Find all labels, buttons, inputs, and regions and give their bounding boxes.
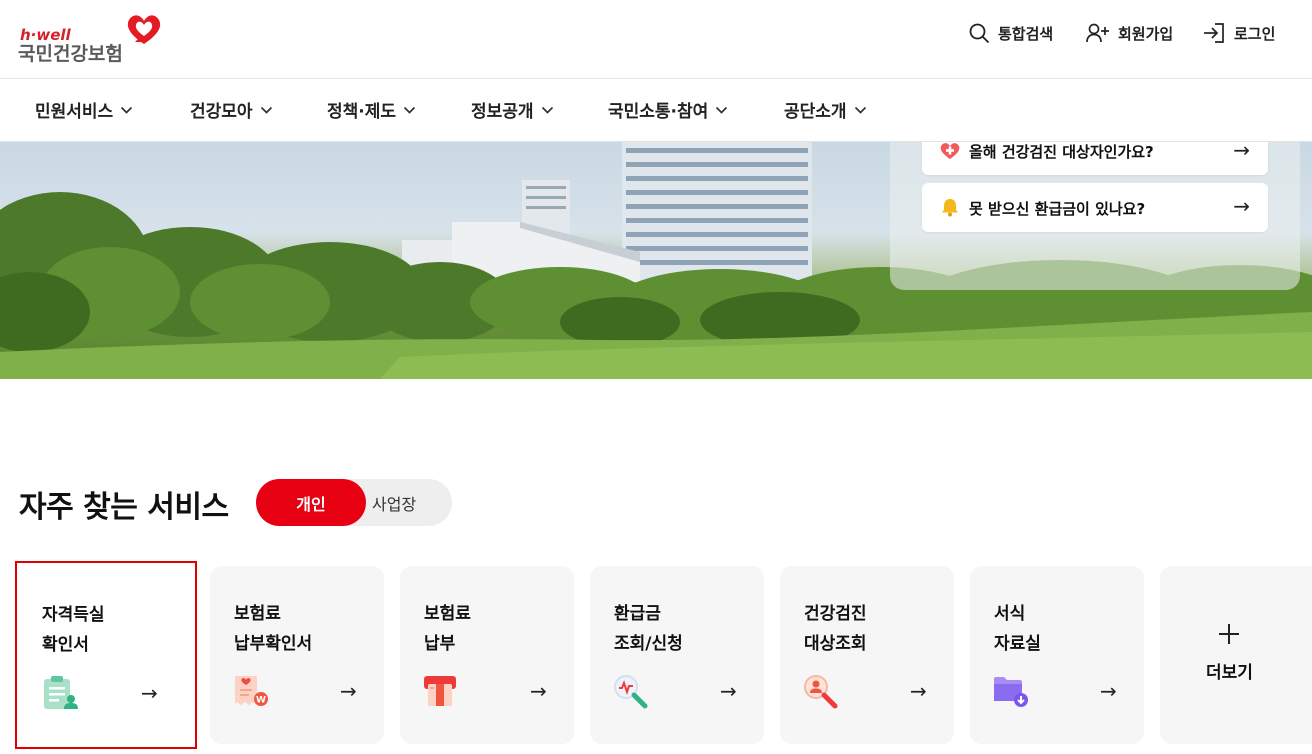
search-person-icon: [802, 673, 840, 713]
util-search-label: 통합검색: [998, 24, 1054, 43]
gnb-label: 정보공개: [471, 102, 534, 122]
user-plus-icon: [1086, 22, 1110, 44]
site-logo[interactable]: h·well 국민건강보험: [18, 10, 168, 70]
toggle-business-tab[interactable]: 사업장: [372, 479, 416, 526]
service-card-title: 환급금 조회/신청: [614, 604, 683, 654]
util-login-label: 로그인: [1234, 24, 1276, 43]
gnb-item-disclosure[interactable]: 정보공개: [471, 97, 554, 122]
logo-org-name: 국민건강보험: [18, 43, 123, 65]
arrow-right-icon: →: [720, 679, 737, 703]
quick-link-label: 못 받으신 환급금이 있나요?: [969, 200, 1146, 218]
gnb-item-policy[interactable]: 정책·제도: [327, 97, 416, 122]
service-card-title: 보험료 납부확인서: [234, 604, 313, 654]
service-card-premium-payment[interactable]: 보험료 납부 →: [400, 566, 574, 744]
service-card-eligibility-certificate[interactable]: 자격득실 확인서 →: [15, 561, 197, 749]
gnb-label: 건강모아: [190, 102, 253, 122]
gnb-item-about[interactable]: 공단소개: [784, 97, 867, 122]
chevron-down-icon: [120, 100, 133, 120]
quick-link-label: 올해 건강검진 대상자인가요?: [969, 143, 1154, 161]
gnb-label: 정책·제도: [327, 102, 397, 122]
heart-cross-icon: [940, 142, 960, 164]
chevron-down-icon: [403, 100, 416, 120]
toggle-personal-tab[interactable]: 개인: [256, 479, 366, 526]
service-card-title: 자격득실 확인서: [42, 605, 105, 655]
arrow-right-icon: →: [1100, 679, 1117, 703]
more-label: 더보기: [1206, 663, 1253, 683]
gnb-label: 공단소개: [784, 102, 847, 122]
service-more-button[interactable]: 더보기: [1160, 566, 1312, 744]
service-card-forms-library[interactable]: 서식 자료실 →: [970, 566, 1144, 744]
arrow-right-icon: →: [530, 679, 547, 703]
arrow-right-icon: →: [1233, 194, 1250, 218]
heart-logo-icon: [126, 12, 162, 52]
folder-download-icon: [992, 673, 1030, 713]
quick-link-health-checkup[interactable]: 올해 건강검진 대상자인가요? →: [922, 138, 1268, 175]
chevron-down-icon: [715, 100, 728, 120]
service-card-premium-receipt[interactable]: 보험료 납부확인서 W →: [210, 566, 384, 744]
login-icon: [1202, 22, 1226, 44]
chevron-down-icon: [541, 100, 554, 120]
top-header: h·well 국민건강보험 통합검색 회원가입 로그인: [0, 0, 1312, 79]
service-type-toggle: 개인 사업장: [256, 479, 452, 526]
certificate-icon: [42, 675, 80, 715]
util-signup-button[interactable]: 회원가입: [1086, 22, 1173, 44]
gnb-item-health[interactable]: 건강모아: [190, 97, 273, 122]
chevron-down-icon: [854, 100, 867, 120]
service-card-title: 건강검진 대상조회: [804, 604, 867, 654]
arrow-right-icon: →: [910, 679, 927, 703]
service-card-checkup-target[interactable]: 건강검진 대상조회 →: [780, 566, 954, 744]
gnb-label: 민원서비스: [35, 102, 114, 122]
frequent-services-title: 자주 찾는 서비스: [19, 490, 229, 525]
gnb-item-civil-service[interactable]: 민원서비스: [35, 97, 133, 122]
bell-icon: [940, 197, 960, 221]
search-icon: [968, 22, 990, 44]
service-card-title: 보험료 납부: [424, 604, 471, 654]
search-refund-icon: [612, 673, 650, 713]
util-signup-label: 회원가입: [1118, 24, 1174, 43]
card-payment-icon: [422, 673, 460, 713]
gnb-item-communication[interactable]: 국민소통·참여: [608, 97, 728, 122]
receipt-icon: W: [232, 673, 270, 713]
svg-text:W: W: [256, 696, 266, 706]
util-login-button[interactable]: 로그인: [1202, 22, 1275, 44]
arrow-right-icon: →: [141, 681, 158, 705]
chevron-down-icon: [260, 100, 273, 120]
arrow-right-icon: →: [340, 679, 357, 703]
main-navigation: 민원서비스 건강모아 정책·제도 정보공개 국민소통·참여 공단소개: [0, 79, 1312, 142]
util-search-button[interactable]: 통합검색: [968, 22, 1053, 44]
gnb-label: 국민소통·참여: [608, 102, 709, 122]
plus-icon: [1218, 618, 1240, 653]
service-card-title: 서식 자료실: [994, 604, 1041, 654]
arrow-right-icon: →: [1233, 138, 1250, 162]
quick-link-refund[interactable]: 못 받으신 환급금이 있나요? →: [922, 183, 1268, 232]
service-card-refund-inquiry[interactable]: 환급금 조회/신청 →: [590, 566, 764, 744]
